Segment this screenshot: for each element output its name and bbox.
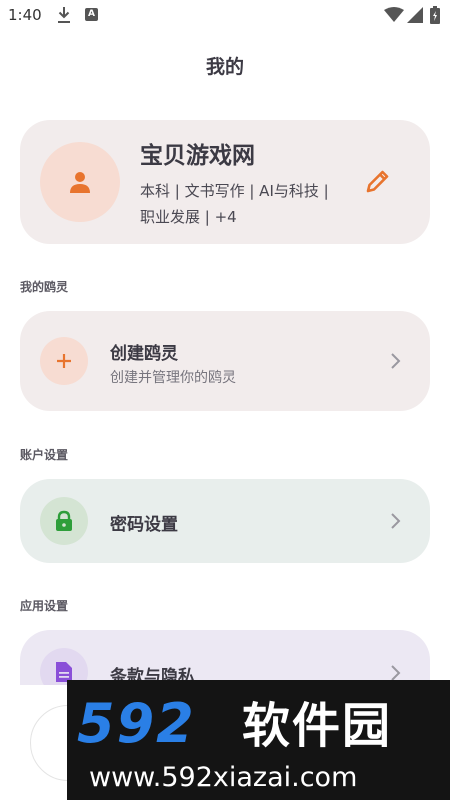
a-badge-icon: A — [85, 8, 98, 21]
profile-tags: 本科 | 文书写作 | AI与科技 | 职业发展 | +4 — [140, 178, 365, 230]
password-settings-title: 密码设置 — [110, 515, 178, 535]
create-agent-title: 创建鸥灵 — [110, 344, 178, 364]
add-icon-circle — [40, 337, 88, 385]
download-icon — [58, 7, 70, 23]
chevron-right-icon — [391, 513, 401, 529]
profile-name: 宝贝游戏网 — [140, 143, 255, 169]
watermark-logo-text: 软件园 — [242, 698, 393, 754]
create-agent-subtitle: 创建并管理你的鸥灵 — [110, 370, 236, 386]
person-icon — [70, 172, 90, 193]
pencil-icon[interactable] — [365, 168, 391, 194]
lock-icon-circle — [40, 497, 88, 545]
password-settings-item[interactable]: 密码设置 — [20, 479, 430, 563]
wifi-icon — [384, 7, 404, 22]
watermark-url: www.592xiazai.com — [89, 762, 358, 793]
status-bar: 1:40 A — [0, 0, 450, 32]
lock-icon — [56, 510, 72, 531]
profile-tags-line: 本科 | 文书写作 | AI与科技 | — [140, 182, 329, 200]
profile-card[interactable]: 宝贝游戏网 本科 | 文书写作 | AI与科技 | 职业发展 | +4 — [20, 120, 430, 244]
section-label-app-settings: 应用设置 — [20, 599, 69, 613]
section-label-account-settings: 账户设置 — [20, 448, 69, 462]
avatar[interactable] — [40, 142, 120, 222]
status-time: 1:40 — [8, 6, 42, 24]
watermark-logo-number: 592 — [77, 692, 196, 755]
page-title: 我的 — [205, 56, 244, 78]
battery-icon — [430, 6, 440, 24]
profile-tags-line: 职业发展 | +4 — [140, 208, 237, 226]
section-label-my-agents: 我的鸥灵 — [20, 280, 69, 294]
create-agent-item[interactable]: 创建鸥灵 创建并管理你的鸥灵 — [20, 311, 430, 411]
plus-icon — [57, 354, 71, 368]
watermark-banner: 592 软件园 www.592xiazai.com — [67, 680, 450, 800]
signal-icon — [407, 7, 423, 23]
chevron-right-icon — [391, 353, 401, 369]
